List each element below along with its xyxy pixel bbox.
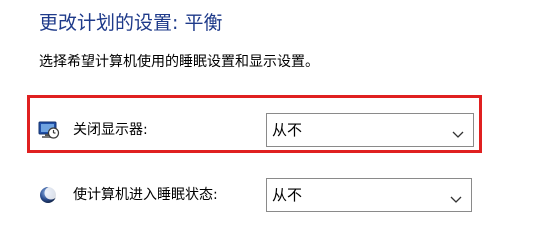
sleep-row: 使计算机进入睡眠状态: 从不 — [0, 178, 550, 212]
sleep-label: 使计算机进入睡眠状态: — [73, 187, 218, 203]
page-title: 更改计划的设置: 平衡 — [39, 12, 223, 34]
turn-off-display-label: 关闭显示器: — [73, 122, 148, 138]
chevron-down-icon — [452, 125, 464, 138]
page-subtitle: 选择希望计算机使用的睡眠设置和显示设置。 — [39, 54, 319, 70]
monitor-clock-icon — [38, 120, 60, 140]
sleep-select[interactable]: 从不 — [266, 178, 472, 212]
chevron-down-icon — [450, 190, 462, 203]
sleep-value: 从不 — [272, 186, 303, 204]
turn-off-display-value: 从不 — [272, 121, 303, 139]
turn-off-display-select[interactable]: 从不 — [266, 113, 474, 147]
moon-icon — [38, 185, 60, 205]
turn-off-display-row: 关闭显示器: 从不 — [0, 113, 550, 147]
